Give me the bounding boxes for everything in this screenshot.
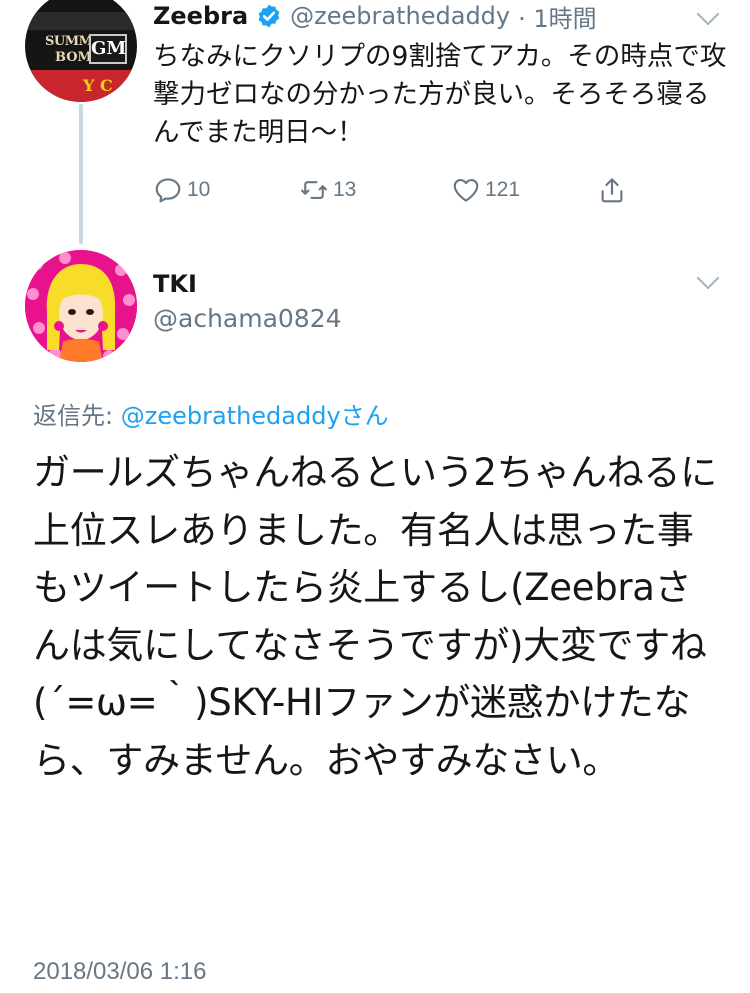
avatar-tki[interactable] (25, 250, 137, 362)
avatar-zeebra[interactable]: SUMMER BOMB GM Y C (25, 0, 137, 102)
avatar-illustration (25, 250, 137, 362)
tweet-text: ちなみにクソリプの9割捨てアカ。その時点で攻撃力ゼロなの分かった方が良い。そろそ… (153, 41, 727, 148)
avatar-logo-badge: GM (89, 34, 127, 64)
like-button[interactable]: 121 (451, 170, 520, 210)
tweet-time[interactable]: · 1時間 (518, 0, 597, 34)
tweet-actions: 10 13 121 (153, 170, 653, 210)
author-handle[interactable]: @zeebrathedaddy (290, 2, 510, 30)
tweet-text: ガールズちゃんねるという2ちゃんねるに上位スレありました。有名人は思った事もツイ… (33, 451, 717, 782)
reply-count: 10 (187, 178, 211, 201)
chevron-down-icon[interactable] (695, 10, 721, 28)
reply-context: 返信先: @zeebrathedaddyさん (33, 396, 389, 431)
retweet-icon (301, 181, 327, 199)
reply-button[interactable]: 10 (153, 170, 210, 210)
like-count: 121 (485, 178, 521, 201)
retweet-button[interactable]: 13 (299, 170, 356, 210)
retweet-count: 13 (333, 178, 357, 201)
thread-line (79, 104, 83, 244)
chevron-down-icon[interactable] (695, 274, 721, 292)
reply-label: 返信先: (33, 402, 121, 430)
tweet-timestamp[interactable]: 2018/03/06 1:16 (33, 958, 207, 986)
tweet-zeebra[interactable]: SUMMER BOMB GM Y C Zeebra @zeebrathedadd… (0, 0, 750, 245)
share-button[interactable] (597, 170, 627, 210)
author-name[interactable]: Zeebra (153, 2, 248, 30)
reply-mention-link[interactable]: @zeebrathedaddyさん (121, 402, 389, 430)
share-icon (601, 178, 623, 203)
tweet-header: Zeebra @zeebrathedaddy · 1時間 (153, 0, 597, 34)
author-handle[interactable]: @achama0824 (153, 304, 342, 333)
reply-icon (155, 178, 181, 203)
heart-icon (453, 178, 479, 202)
author-name[interactable]: TKI (153, 270, 197, 298)
verified-badge-icon (258, 4, 280, 28)
